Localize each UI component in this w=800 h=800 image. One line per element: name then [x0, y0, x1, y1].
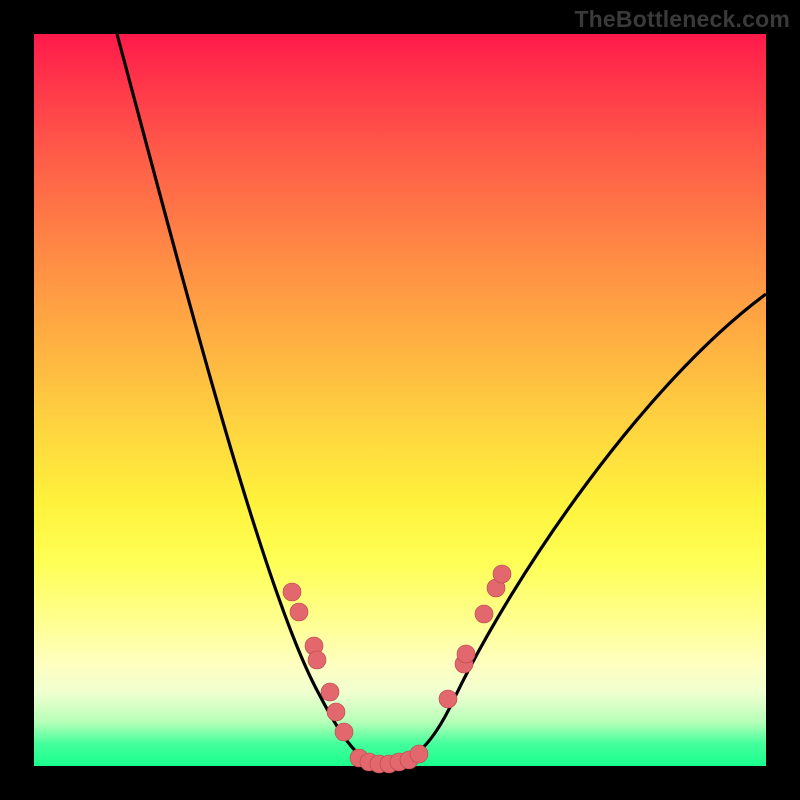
- data-point: [308, 651, 326, 669]
- data-point: [493, 565, 511, 583]
- data-point: [327, 703, 345, 721]
- data-point: [410, 745, 428, 763]
- chart-frame: TheBottleneck.com: [0, 0, 800, 800]
- data-point: [283, 583, 301, 601]
- plot-area: [34, 34, 766, 766]
- bottleneck-curve-svg: [34, 34, 766, 766]
- data-point: [457, 645, 475, 663]
- watermark-text: TheBottleneck.com: [574, 6, 790, 33]
- data-point: [290, 603, 308, 621]
- data-point: [335, 723, 353, 741]
- data-point: [321, 683, 339, 701]
- data-point: [439, 690, 457, 708]
- data-point: [475, 605, 493, 623]
- bottleneck-curve: [117, 34, 766, 764]
